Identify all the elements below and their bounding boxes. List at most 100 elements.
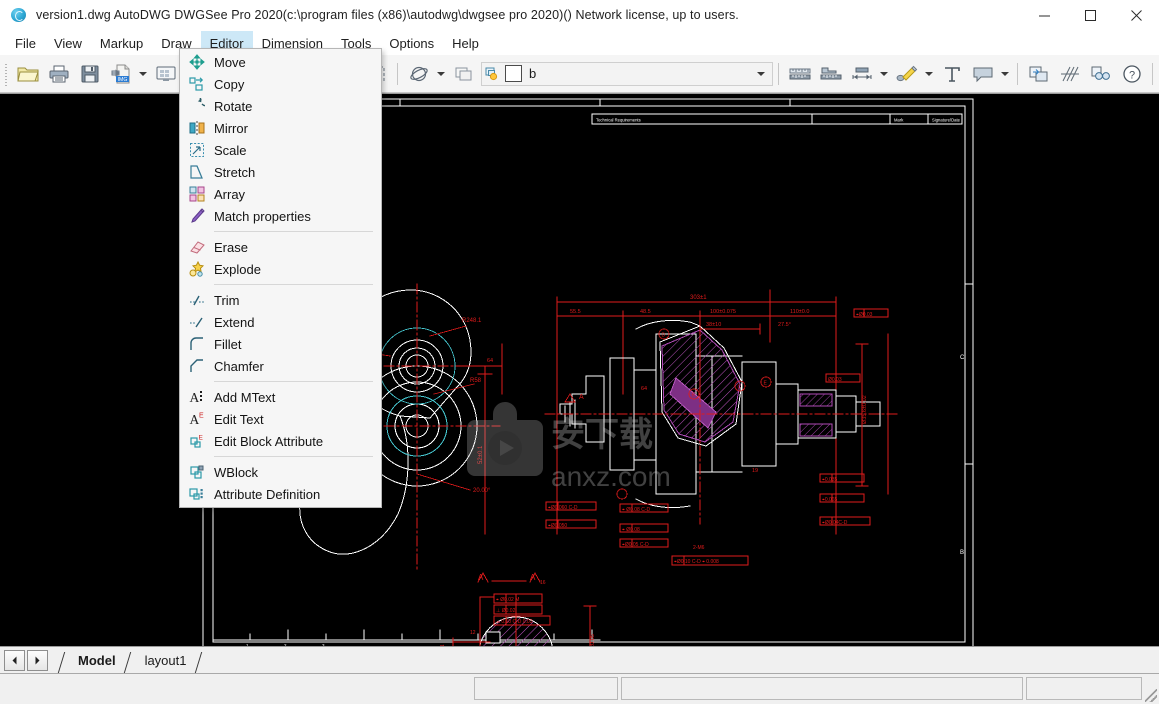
tab-divider-2 <box>190 647 206 673</box>
markup-pen-button[interactable] <box>891 58 922 89</box>
measure-area-button[interactable] <box>815 58 846 89</box>
svg-text:A: A <box>530 573 536 582</box>
layer-dropdown-arrow[interactable] <box>750 71 772 76</box>
menu-item-erase[interactable]: Erase <box>180 236 381 258</box>
svg-text:Technical Requirements: Technical Requirements <box>596 118 641 123</box>
tab-layout1[interactable]: layout1 <box>136 647 191 673</box>
text-button[interactable] <box>936 58 967 89</box>
markup-dropdown-arrow[interactable] <box>922 59 936 88</box>
menu-item-array-label: Array <box>214 186 246 202</box>
hatch-button[interactable] <box>1054 58 1085 89</box>
callout-dropdown-arrow[interactable] <box>998 59 1012 88</box>
svg-text:A: A <box>190 390 200 405</box>
svg-text:42±0.05: 42±0.05 <box>590 634 596 647</box>
menu-separator-3 <box>214 381 373 382</box>
svg-text:6±0.1: 6±0.1 <box>440 644 446 647</box>
orbit-dropdown-arrow[interactable] <box>434 59 448 88</box>
tab-nav-buttons <box>0 647 50 673</box>
menu-item-explode[interactable]: Explode <box>180 258 381 280</box>
menu-view[interactable]: View <box>45 31 91 55</box>
help-button[interactable]: ? <box>1116 58 1147 89</box>
toolbar-grip[interactable] <box>3 61 10 86</box>
layout-view-button[interactable] <box>150 58 181 89</box>
chamfer-icon <box>180 355 214 377</box>
resize-grip[interactable] <box>1144 689 1158 702</box>
fillet-icon <box>180 333 214 355</box>
menu-item-edit-block-attribute[interactable]: E Edit Block Attribute <box>180 430 381 452</box>
svg-text:38±10: 38±10 <box>706 322 721 328</box>
menu-item-trim[interactable]: Trim <box>180 289 381 311</box>
close-button[interactable] <box>1113 0 1159 30</box>
menu-item-add-mtext-label: Add MText <box>214 389 276 405</box>
menu-options[interactable]: Options <box>380 31 443 55</box>
layers-button[interactable] <box>448 58 479 89</box>
dimension-dropdown-arrow[interactable] <box>877 59 891 88</box>
menu-item-stretch[interactable]: Stretch <box>180 161 381 183</box>
layer-name: b <box>529 66 537 81</box>
layer-color-swatch[interactable] <box>505 65 522 82</box>
print-button[interactable] <box>43 58 74 89</box>
menu-item-rotate[interactable]: Rotate <box>180 95 381 117</box>
svg-text:19: 19 <box>752 468 758 474</box>
copy-entity-button[interactable] <box>1023 58 1054 89</box>
menu-item-copy[interactable]: Copy <box>180 73 381 95</box>
menu-file[interactable]: File <box>6 31 45 55</box>
orbit-button[interactable] <box>403 58 434 89</box>
menu-item-chamfer-label: Chamfer <box>214 358 264 374</box>
svg-text:IMG: IMG <box>117 76 127 82</box>
svg-text:16: 16 <box>540 580 546 586</box>
tab-model[interactable]: Model <box>69 647 120 673</box>
callout-button[interactable] <box>967 58 998 89</box>
svg-text:?: ? <box>1128 69 1134 81</box>
dimension-linear-button[interactable] <box>846 58 877 89</box>
menu-item-edit-text-label: Edit Text <box>214 411 264 427</box>
menu-item-explode-label: Explode <box>214 261 261 277</box>
menu-item-extend-label: Extend <box>214 314 255 330</box>
eraser-icon <box>180 236 214 258</box>
export-image-button[interactable]: IMG <box>105 58 136 89</box>
editor-dropdown-menu[interactable]: Move Copy Rotate Mirror Scale Stretch Ar… <box>179 48 382 508</box>
svg-text:Ø0.03: Ø0.03 <box>828 377 842 383</box>
save-button[interactable] <box>74 58 105 89</box>
svg-text:⌖Ø0.04C-D: ⌖Ø0.04C-D <box>822 520 848 526</box>
maximize-button[interactable] <box>1067 0 1113 30</box>
minimize-button[interactable] <box>1021 0 1067 30</box>
menu-item-extend[interactable]: Extend <box>180 311 381 333</box>
measure-length-button[interactable] <box>784 58 815 89</box>
menu-item-array[interactable]: Array <box>180 183 381 205</box>
menu-item-move[interactable]: Move <box>180 51 381 73</box>
drawing-canvas-area[interactable]: C B Technical Requirements Mark Signatur… <box>0 93 1159 647</box>
menu-item-mirror[interactable]: Mirror <box>180 117 381 139</box>
cad-canvas[interactable]: C B Technical Requirements Mark Signatur… <box>0 94 1159 646</box>
menu-item-attribute-definition[interactable]: Attribute Definition <box>180 483 381 505</box>
menu-item-edit-text[interactable]: A E Edit Text <box>180 408 381 430</box>
svg-text:64: 64 <box>487 358 493 364</box>
menu-item-wblock[interactable]: WBlock <box>180 461 381 483</box>
menu-item-wblock-label: WBlock <box>214 464 259 480</box>
open-file-button[interactable] <box>12 58 43 89</box>
menu-markup[interactable]: Markup <box>91 31 152 55</box>
menu-item-mirror-label: Mirror <box>214 120 248 136</box>
menu-item-stretch-label: Stretch <box>214 164 256 180</box>
layer-on-icon[interactable] <box>482 66 502 82</box>
menu-item-fillet[interactable]: Fillet <box>180 333 381 355</box>
tab-next-button[interactable] <box>27 649 48 671</box>
menu-item-add-mtext[interactable]: A Add MText <box>180 386 381 408</box>
find-button[interactable] <box>1085 58 1116 89</box>
export-dropdown-arrow[interactable] <box>136 59 150 88</box>
menu-item-match-properties[interactable]: Match properties <box>180 205 381 227</box>
layer-combo[interactable]: b <box>481 61 773 86</box>
move-icon <box>180 51 214 73</box>
svg-text:3: 3 <box>322 643 325 647</box>
explode-icon <box>180 258 214 280</box>
menu-help[interactable]: Help <box>443 31 488 55</box>
window-title: version1.dwg AutoDWG DWGSee Pro 2020(c:\… <box>36 8 739 22</box>
menu-item-chamfer[interactable]: Chamfer <box>180 355 381 377</box>
svg-text:⌖ Ø0.08: ⌖ Ø0.08 <box>622 527 640 533</box>
svg-text:B: B <box>960 550 964 556</box>
svg-text:⌖Ø0.10 C-D ⌖ 0.008: ⌖Ø0.10 C-D ⌖ 0.008 <box>674 559 719 565</box>
svg-text:A: A <box>478 573 484 582</box>
tab-prev-button[interactable] <box>4 649 25 671</box>
menu-item-scale[interactable]: Scale <box>180 139 381 161</box>
svg-text:E: E <box>199 435 204 442</box>
